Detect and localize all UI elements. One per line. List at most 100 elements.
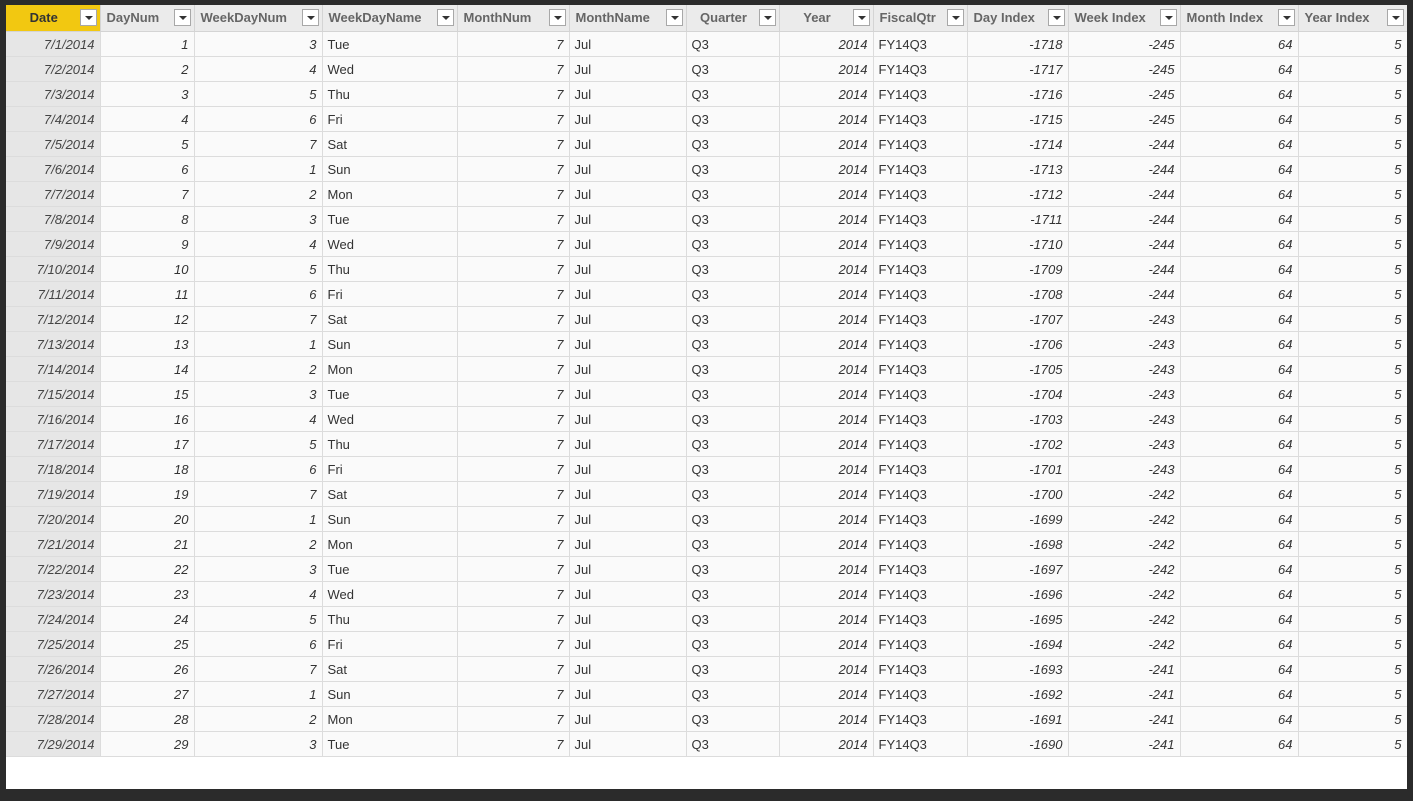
cell-monthnum[interactable]: 7 (457, 556, 570, 582)
cell-daynum[interactable]: 17 (100, 431, 195, 457)
cell-dayindex[interactable]: -1703 (967, 406, 1069, 432)
cell-daynum[interactable]: 29 (100, 731, 195, 757)
cell-weekdayname[interactable]: Tue (322, 206, 458, 232)
column-header-monthindex[interactable]: Month Index (1180, 5, 1299, 32)
cell-date[interactable]: 7/1/2014 (6, 31, 101, 57)
cell-weekdayname[interactable]: Wed (322, 406, 458, 432)
cell-quarter[interactable]: Q3 (686, 256, 780, 282)
cell-dayindex[interactable]: -1716 (967, 81, 1069, 107)
cell-weekdayname[interactable]: Fri (322, 631, 458, 657)
cell-yearindex[interactable]: 5 (1298, 206, 1407, 232)
cell-monthnum[interactable]: 7 (457, 381, 570, 407)
cell-yearindex[interactable]: 5 (1298, 431, 1407, 457)
cell-dayindex[interactable]: -1700 (967, 481, 1069, 507)
cell-monthindex[interactable]: 64 (1180, 181, 1299, 207)
cell-monthnum[interactable]: 7 (457, 181, 570, 207)
cell-monthindex[interactable]: 64 (1180, 381, 1299, 407)
column-header-monthnum[interactable]: MonthNum (457, 5, 570, 32)
cell-yearindex[interactable]: 5 (1298, 706, 1407, 732)
cell-weekindex[interactable]: -244 (1068, 256, 1181, 282)
cell-dayindex[interactable]: -1699 (967, 506, 1069, 532)
cell-weekdayname[interactable]: Sat (322, 131, 458, 157)
cell-fiscalqtr[interactable]: FY14Q3 (873, 631, 968, 657)
cell-daynum[interactable]: 19 (100, 481, 195, 507)
cell-monthnum[interactable]: 7 (457, 156, 570, 182)
cell-weekdaynum[interactable]: 2 (194, 531, 323, 557)
cell-fiscalqtr[interactable]: FY14Q3 (873, 231, 968, 257)
cell-monthindex[interactable]: 64 (1180, 281, 1299, 307)
cell-year[interactable]: 2014 (779, 356, 874, 382)
cell-monthname[interactable]: Jul (569, 656, 687, 682)
cell-date[interactable]: 7/9/2014 (6, 231, 101, 257)
cell-daynum[interactable]: 13 (100, 331, 195, 357)
cell-daynum[interactable]: 5 (100, 131, 195, 157)
cell-monthnum[interactable]: 7 (457, 656, 570, 682)
cell-monthindex[interactable]: 64 (1180, 156, 1299, 182)
cell-weekdaynum[interactable]: 6 (194, 631, 323, 657)
cell-monthname[interactable]: Jul (569, 381, 687, 407)
cell-dayindex[interactable]: -1717 (967, 56, 1069, 82)
cell-dayindex[interactable]: -1709 (967, 256, 1069, 282)
cell-year[interactable]: 2014 (779, 381, 874, 407)
cell-dayindex[interactable]: -1697 (967, 556, 1069, 582)
cell-fiscalqtr[interactable]: FY14Q3 (873, 331, 968, 357)
column-header-year[interactable]: Year (779, 5, 874, 32)
cell-monthnum[interactable]: 7 (457, 131, 570, 157)
cell-weekdaynum[interactable]: 1 (194, 156, 323, 182)
cell-dayindex[interactable]: -1698 (967, 531, 1069, 557)
cell-quarter[interactable]: Q3 (686, 356, 780, 382)
cell-quarter[interactable]: Q3 (686, 206, 780, 232)
filter-dropdown-monthname[interactable] (665, 9, 683, 26)
cell-monthnum[interactable]: 7 (457, 631, 570, 657)
cell-yearindex[interactable]: 5 (1298, 381, 1407, 407)
cell-quarter[interactable]: Q3 (686, 681, 780, 707)
cell-dayindex[interactable]: -1694 (967, 631, 1069, 657)
cell-weekdayname[interactable]: Tue (322, 731, 458, 757)
cell-monthnum[interactable]: 7 (457, 106, 570, 132)
cell-weekindex[interactable]: -244 (1068, 281, 1181, 307)
cell-year[interactable]: 2014 (779, 431, 874, 457)
cell-year[interactable]: 2014 (779, 231, 874, 257)
cell-date[interactable]: 7/21/2014 (6, 531, 101, 557)
cell-quarter[interactable]: Q3 (686, 456, 780, 482)
cell-weekdaynum[interactable]: 1 (194, 331, 323, 357)
cell-fiscalqtr[interactable]: FY14Q3 (873, 656, 968, 682)
cell-yearindex[interactable]: 5 (1298, 131, 1407, 157)
cell-quarter[interactable]: Q3 (686, 381, 780, 407)
cell-daynum[interactable]: 25 (100, 631, 195, 657)
cell-fiscalqtr[interactable]: FY14Q3 (873, 406, 968, 432)
cell-monthname[interactable]: Jul (569, 331, 687, 357)
column-header-dayindex[interactable]: Day Index (967, 5, 1069, 32)
cell-weekdayname[interactable]: Thu (322, 81, 458, 107)
cell-weekindex[interactable]: -245 (1068, 106, 1181, 132)
cell-daynum[interactable]: 16 (100, 406, 195, 432)
cell-date[interactable]: 7/23/2014 (6, 581, 101, 607)
cell-monthnum[interactable]: 7 (457, 431, 570, 457)
cell-year[interactable]: 2014 (779, 406, 874, 432)
cell-weekindex[interactable]: -243 (1068, 356, 1181, 382)
cell-date[interactable]: 7/14/2014 (6, 356, 101, 382)
cell-year[interactable]: 2014 (779, 506, 874, 532)
cell-year[interactable]: 2014 (779, 556, 874, 582)
cell-quarter[interactable]: Q3 (686, 81, 780, 107)
cell-weekindex[interactable]: -245 (1068, 31, 1181, 57)
cell-date[interactable]: 7/5/2014 (6, 131, 101, 157)
cell-dayindex[interactable]: -1690 (967, 731, 1069, 757)
cell-fiscalqtr[interactable]: FY14Q3 (873, 206, 968, 232)
column-header-date[interactable]: Date (6, 5, 101, 32)
cell-year[interactable]: 2014 (779, 731, 874, 757)
cell-quarter[interactable]: Q3 (686, 231, 780, 257)
cell-daynum[interactable]: 6 (100, 156, 195, 182)
cell-weekdaynum[interactable]: 4 (194, 56, 323, 82)
cell-quarter[interactable]: Q3 (686, 281, 780, 307)
cell-quarter[interactable]: Q3 (686, 431, 780, 457)
cell-date[interactable]: 7/12/2014 (6, 306, 101, 332)
cell-monthname[interactable]: Jul (569, 81, 687, 107)
cell-date[interactable]: 7/25/2014 (6, 631, 101, 657)
cell-monthnum[interactable]: 7 (457, 56, 570, 82)
cell-dayindex[interactable]: -1692 (967, 681, 1069, 707)
cell-weekdaynum[interactable]: 7 (194, 656, 323, 682)
cell-weekdaynum[interactable]: 3 (194, 206, 323, 232)
filter-dropdown-quarter[interactable] (758, 9, 776, 26)
cell-weekdaynum[interactable]: 5 (194, 81, 323, 107)
